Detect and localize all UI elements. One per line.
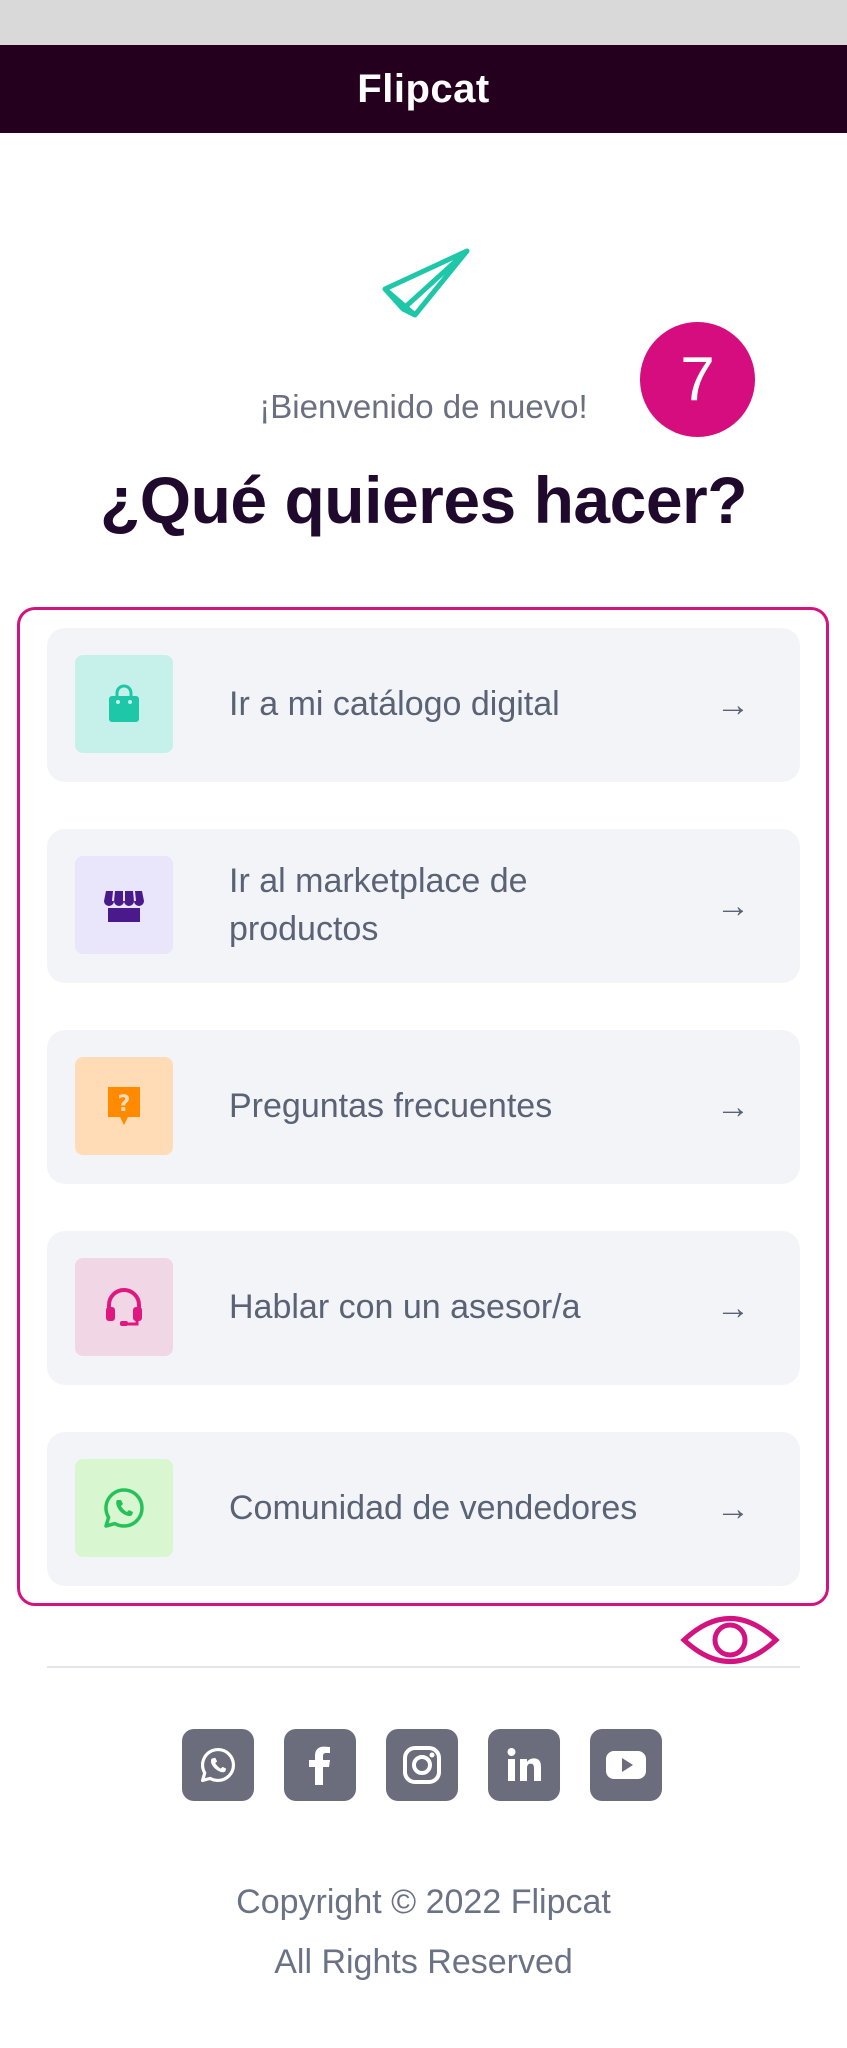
status-strip xyxy=(0,0,847,45)
option-label: Comunidad de vendedores xyxy=(229,1489,638,1528)
whatsapp-icon[interactable] xyxy=(182,1729,254,1801)
copyright-text: Copyright © 2022 Flipcat xyxy=(236,1883,611,1921)
svg-text:?: ? xyxy=(118,1092,131,1117)
arrow-right-icon: → xyxy=(716,886,750,925)
store-icon xyxy=(75,856,173,954)
option-digital-catalog[interactable]: Ir a mi catálogo digital → xyxy=(47,628,800,782)
app-title: Flipcat xyxy=(357,66,490,111)
whatsapp-icon xyxy=(75,1459,173,1557)
question-icon: ? xyxy=(75,1057,173,1155)
eye-icon xyxy=(680,1616,780,1664)
youtube-icon[interactable] xyxy=(590,1729,662,1801)
shopping-bag-icon xyxy=(75,655,173,753)
facebook-icon[interactable] xyxy=(284,1729,356,1801)
arrow-right-icon: → xyxy=(716,685,750,724)
option-marketplace[interactable]: Ir al marketplace de productos → xyxy=(47,829,800,983)
arrow-right-icon: → xyxy=(716,1288,750,1327)
instagram-icon[interactable] xyxy=(386,1729,458,1801)
option-label: Ir a mi catálogo digital xyxy=(229,685,560,724)
footer-copyright: Copyright © 2022 Flipcat All Rights Rese… xyxy=(0,1872,847,1992)
divider xyxy=(47,1666,800,1668)
headset-icon xyxy=(75,1258,173,1356)
arrow-right-icon: → xyxy=(716,1087,750,1126)
app-header: Flipcat xyxy=(0,45,847,133)
rights-text: All Rights Reserved xyxy=(274,1943,573,1981)
option-label: Preguntas frecuentes xyxy=(229,1087,553,1126)
option-faq[interactable]: ? Preguntas frecuentes → xyxy=(47,1030,800,1184)
option-seller-community[interactable]: Comunidad de vendedores → xyxy=(47,1432,800,1586)
arrow-right-icon: → xyxy=(716,1489,750,1528)
linkedin-icon[interactable] xyxy=(488,1729,560,1801)
option-label: Ir al marketplace de productos xyxy=(229,862,528,948)
page-title: ¿Qué quieres hacer? xyxy=(99,463,748,537)
option-label: Hablar con un asesor/a xyxy=(229,1288,581,1327)
step-badge: 7 xyxy=(640,322,755,437)
paper-plane-icon xyxy=(382,248,470,318)
option-talk-advisor[interactable]: Hablar con un asesor/a → xyxy=(47,1231,800,1385)
